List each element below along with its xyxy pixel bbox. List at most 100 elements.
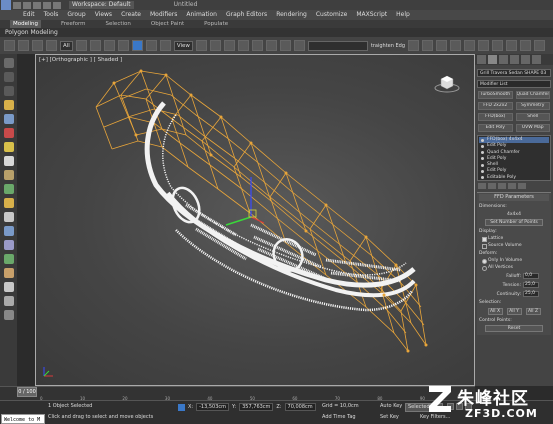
add-time-tag-button[interactable]: Add Time Tag (322, 414, 356, 420)
configure-sets-icon[interactable] (518, 183, 526, 189)
app-logo-icon[interactable] (1, 0, 11, 10)
display-tab-icon[interactable] (521, 55, 530, 64)
hierarchy-tab-icon[interactable] (499, 55, 508, 64)
helper-tool-icon[interactable] (3, 128, 14, 138)
menu-help[interactable]: Help (396, 10, 410, 20)
scene-explorer-tool-icon[interactable] (3, 58, 14, 68)
select-scale-icon[interactable] (159, 40, 171, 51)
reference-coord-dropdown[interactable]: View (173, 40, 193, 51)
maxscript-listener[interactable]: Welcome to M (1, 414, 45, 424)
manipulate-icon[interactable] (209, 40, 221, 51)
bone-tool-icon[interactable] (3, 226, 14, 236)
perspective-viewport[interactable]: [+] [Orthographic ] [ Shaded ] (35, 54, 475, 386)
display-tool-icon[interactable] (3, 310, 14, 320)
tab-selection[interactable]: Selection (106, 20, 131, 28)
create-tab-icon[interactable] (477, 55, 486, 64)
link-icon[interactable] (32, 40, 43, 51)
menu-modifiers[interactable]: Modifiers (150, 10, 177, 20)
modify-tab-icon[interactable] (488, 55, 497, 64)
open-file-icon[interactable] (23, 1, 31, 9)
utilities-tab-icon[interactable] (532, 55, 541, 64)
ffd-box-button[interactable]: FFD(box) (478, 113, 513, 121)
only-in-volume-radio[interactable]: Only In Volume (479, 258, 549, 264)
spinner-snap-icon[interactable] (279, 40, 291, 51)
percent-snap-icon[interactable] (265, 40, 277, 51)
show-end-result-icon[interactable] (488, 183, 496, 189)
motion-tab-icon[interactable] (510, 55, 519, 64)
undo-button-icon[interactable] (4, 40, 15, 51)
tab-populate[interactable]: Populate (204, 20, 228, 28)
menu-group[interactable]: Group (67, 10, 85, 20)
rollout-header[interactable]: FFD Parameters (479, 194, 549, 201)
auto-key-button[interactable]: Auto Key (380, 403, 402, 409)
geometry-tool-icon[interactable] (3, 156, 14, 166)
named-selection-icon[interactable] (293, 40, 305, 51)
menu-tools[interactable]: Tools (44, 10, 59, 20)
align-icon[interactable] (422, 40, 434, 51)
source-volume-checkbox[interactable]: Source Volume (479, 243, 549, 249)
continuity-spinner[interactable]: 25,0 (523, 291, 539, 297)
mirror-icon[interactable] (408, 40, 420, 51)
select-object-icon[interactable] (75, 40, 87, 51)
tension-spinner[interactable]: 25,0 (523, 282, 539, 288)
viewcube-icon[interactable] (433, 73, 461, 93)
redo-button-icon[interactable] (18, 40, 29, 51)
falloff-spinner[interactable]: 0,0 (523, 273, 539, 279)
render-icon[interactable] (534, 40, 546, 51)
make-unique-icon[interactable] (498, 183, 506, 189)
schematic-view-icon[interactable] (478, 40, 490, 51)
workspace-selector[interactable]: Workspace: Default (69, 1, 134, 9)
menu-animation[interactable]: Animation (186, 10, 217, 20)
turbosmooth-button[interactable]: TurboSmooth (478, 91, 513, 99)
pivot-center-icon[interactable] (195, 40, 207, 51)
particle-tool-icon[interactable] (3, 254, 14, 264)
xref-tool-icon[interactable] (3, 212, 14, 222)
new-file-icon[interactable] (13, 1, 21, 9)
system-tool-icon[interactable] (3, 184, 14, 194)
select-move-icon[interactable] (131, 40, 143, 51)
menu-edit[interactable]: Edit (23, 10, 35, 20)
lattice-checkbox[interactable]: Lattice (479, 236, 549, 242)
select-by-name-icon[interactable] (89, 40, 101, 51)
all-vertices-radio[interactable]: All Vertices (479, 265, 549, 271)
layer-tool-icon[interactable] (3, 268, 14, 278)
tab-freeform[interactable]: Freeform (61, 20, 86, 28)
spacewarp-tool-icon[interactable] (3, 170, 14, 180)
unlink-icon[interactable] (46, 40, 57, 51)
uvw-map-button[interactable]: UVW Map (515, 124, 550, 132)
pin-stack-icon[interactable] (478, 183, 486, 189)
light-tool-icon[interactable] (3, 100, 14, 110)
time-slider[interactable]: 0 / 100 (17, 387, 37, 397)
hide-tool-icon[interactable] (3, 282, 14, 292)
material-editor-icon[interactable] (492, 40, 504, 51)
save-file-icon[interactable] (33, 1, 41, 9)
group-tool-icon[interactable] (3, 198, 14, 208)
tab-modeling[interactable]: Modeling (10, 20, 42, 28)
redo-icon[interactable] (53, 1, 61, 9)
viewport-canvas[interactable] (36, 55, 476, 387)
snap-toggle-icon[interactable] (237, 40, 249, 51)
rect-selection-icon[interactable] (103, 40, 115, 51)
render-setup-icon[interactable] (506, 40, 518, 51)
remove-modifier-icon[interactable] (508, 183, 516, 189)
ffd-2x2x2-button[interactable]: FFD 2x2x2 (478, 102, 513, 110)
container-tool-icon[interactable] (3, 240, 14, 250)
camera-tool-icon[interactable] (3, 114, 14, 124)
all-z-button[interactable]: All Z (525, 308, 541, 315)
ribbon-panel-label[interactable]: Polygon Modeling (0, 28, 553, 37)
set-number-of-points-button[interactable]: Set Number of Points (485, 219, 543, 226)
window-crossing-icon[interactable] (117, 40, 129, 51)
sort-tool-icon[interactable] (3, 72, 14, 82)
straighten-edge-label[interactable]: traighten Edg (371, 43, 405, 49)
set-key-button[interactable]: Set Key (380, 414, 399, 420)
y-coordinate-field[interactable]: 357,763cm (239, 403, 274, 411)
quad-chamfer-button[interactable]: Quad Chamfer (515, 91, 550, 99)
named-selection-sets-input[interactable] (307, 40, 368, 51)
filter-tool-icon[interactable] (3, 86, 14, 96)
render-frame-icon[interactable] (520, 40, 532, 51)
menu-graph-editors[interactable]: Graph Editors (226, 10, 267, 20)
z-coordinate-field[interactable]: 70,008cm (284, 403, 316, 411)
reset-button[interactable]: Reset (485, 325, 543, 332)
shell-button[interactable]: Shell (515, 113, 550, 121)
menu-rendering[interactable]: Rendering (276, 10, 307, 20)
